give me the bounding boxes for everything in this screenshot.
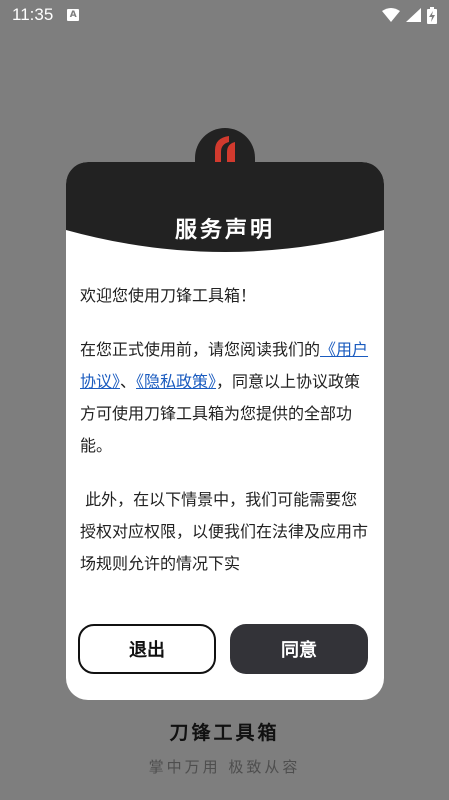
dialog-body[interactable]: 欢迎您使用刀锋工具箱！ 在您正式使用前，请您阅读我们的《用户协议》、《隐私政策》…	[80, 280, 372, 598]
wifi-icon	[382, 8, 400, 22]
exit-button[interactable]: 退出	[78, 624, 216, 674]
agree-button[interactable]: 同意	[230, 624, 368, 674]
status-bar: 11:35 A	[0, 0, 449, 30]
battery-charging-icon	[427, 6, 437, 24]
agreement-prefix: 在您正式使用前，请您阅读我们的	[80, 340, 321, 359]
screen: 11:35 A 服务声明 欢迎您使用刀锋工具箱！ 在您正式使用前，请您阅读我们的…	[0, 0, 449, 800]
dialog-header: 服务声明	[66, 162, 384, 272]
dialog-title: 服务声明	[174, 217, 275, 243]
signal-icon	[406, 8, 421, 22]
app-name: 刀锋工具箱	[169, 722, 280, 744]
agreement-paragraph: 在您正式使用前，请您阅读我们的《用户协议》、《隐私政策》，同意以上协议政策方可使…	[80, 334, 372, 462]
permission-paragraph: 此外，在以下情景中，我们可能需要您授权对应权限，以便我们在法律及应用市场规则允许…	[80, 490, 369, 573]
status-time: 11:35	[12, 5, 54, 24]
privacy-policy-link[interactable]: 《隐私政策》	[136, 372, 216, 391]
status-icons	[382, 6, 437, 24]
service-statement-dialog: 服务声明 欢迎您使用刀锋工具箱！ 在您正式使用前，请您阅读我们的《用户协议》、《…	[66, 162, 384, 700]
notification-a-icon: A	[67, 9, 80, 21]
link-separator: 、	[120, 372, 137, 391]
greeting-text: 欢迎您使用刀锋工具箱！	[80, 286, 257, 305]
app-slogan: 掌中万用 极致从容	[148, 758, 301, 776]
